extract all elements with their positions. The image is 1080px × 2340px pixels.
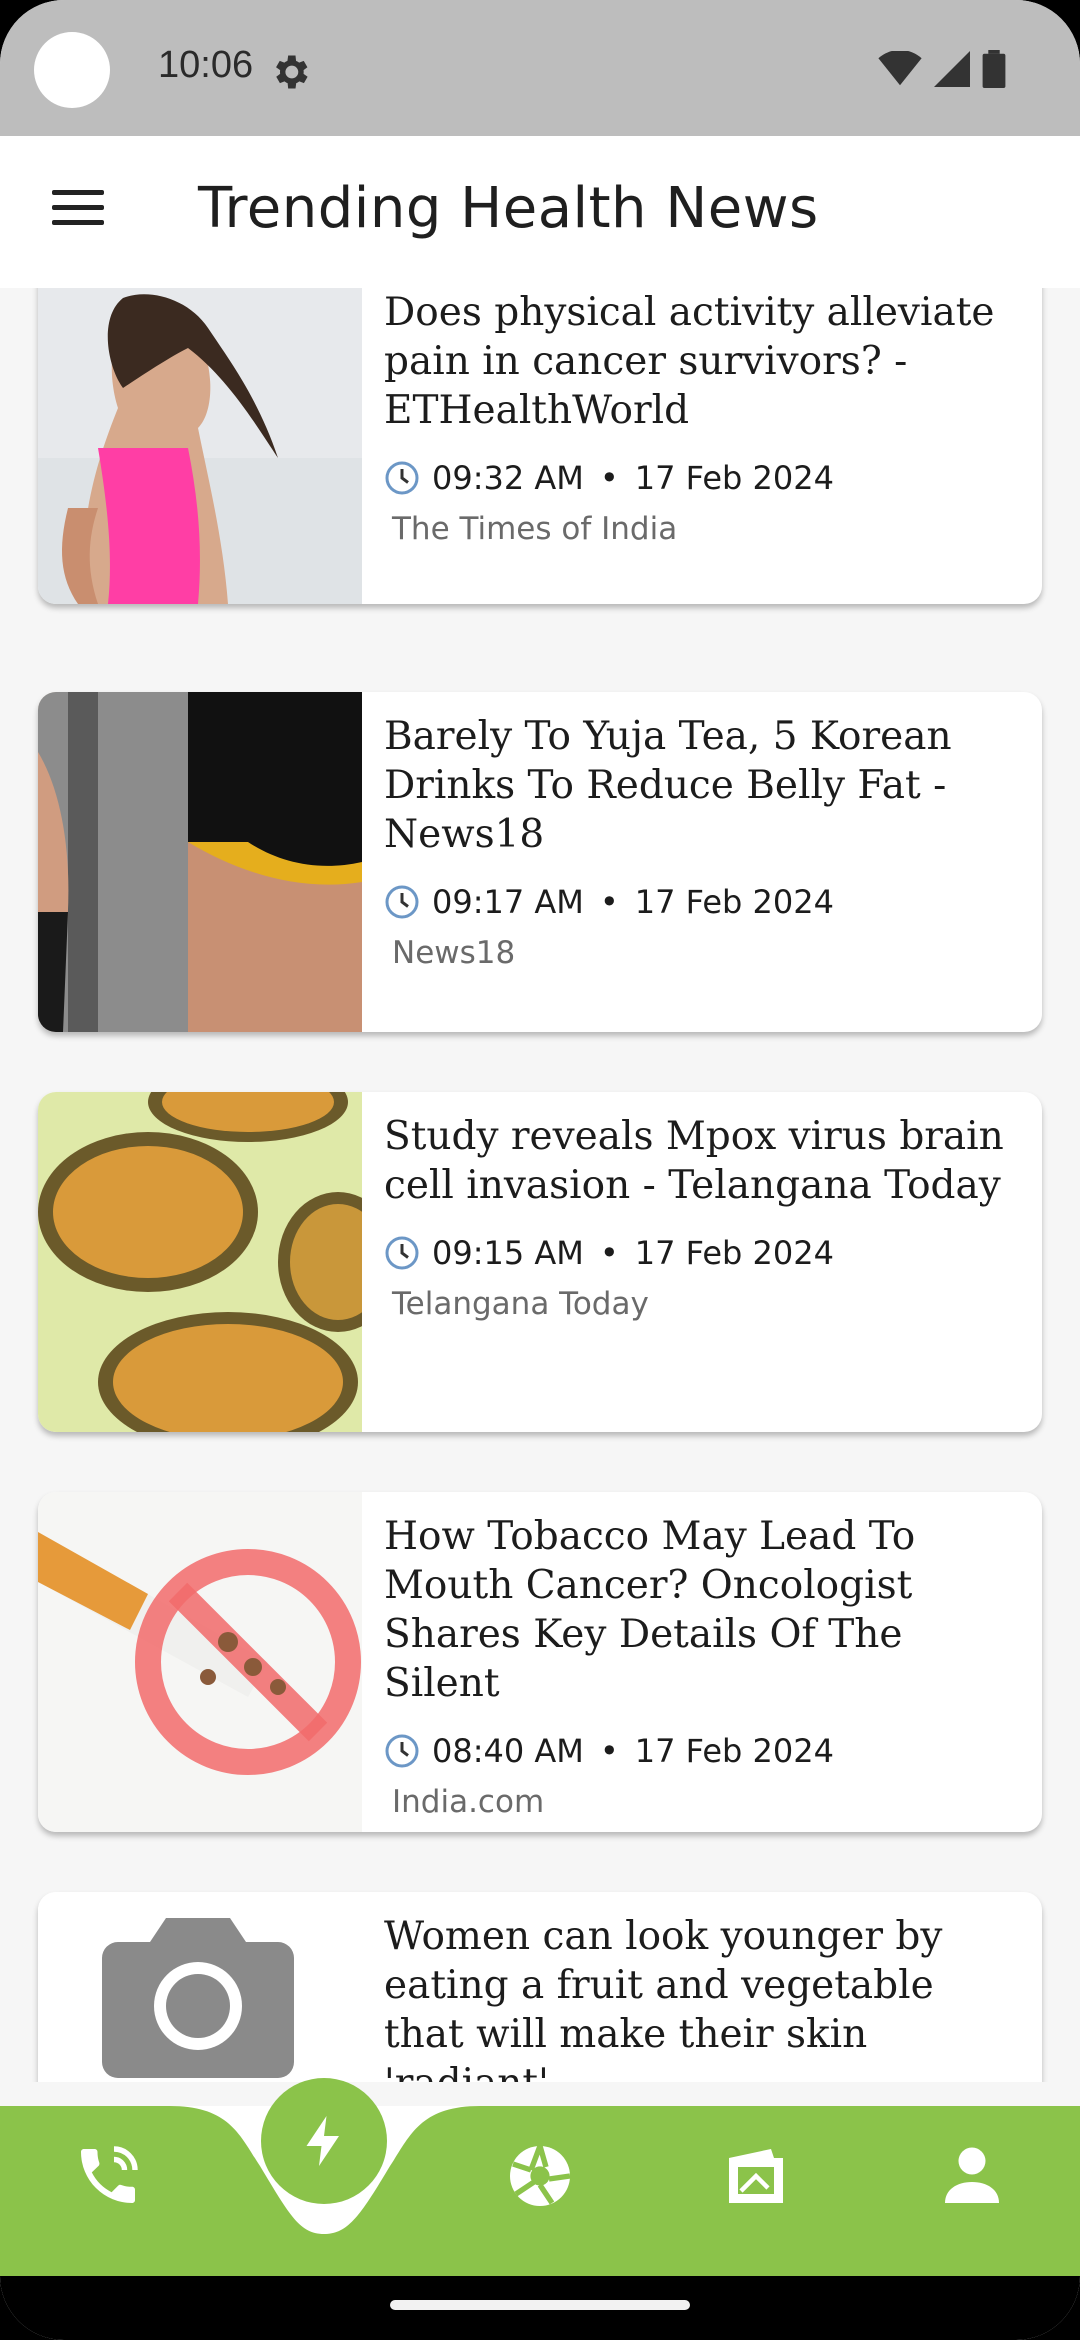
camera-icon bbox=[102, 1918, 294, 2078]
article-thumbnail bbox=[38, 1492, 362, 1832]
card-content: Barely To Yuja Tea, 5 Korean Drinks To R… bbox=[384, 712, 1022, 971]
card-content: Study reveals Mpox virus brain cell inva… bbox=[384, 1112, 1022, 1322]
battery-icon bbox=[982, 50, 1006, 88]
article-headline: Does physical activity alleviate pain in… bbox=[384, 290, 995, 433]
article-date: 17 Feb 2024 bbox=[634, 883, 834, 921]
article-headline: How Tobacco May Lead To Mouth Cancer? On… bbox=[384, 1514, 916, 1706]
news-card[interactable]: Women can look younger by eating a fruit… bbox=[38, 1892, 1042, 2082]
card-content: How Tobacco May Lead To Mouth Cancer? On… bbox=[384, 1512, 1022, 1820]
app-bar: Trending Health News bbox=[0, 136, 1080, 288]
news-card[interactable]: Study reveals Mpox virus brain cell inva… bbox=[38, 1092, 1042, 1432]
camera-cutout bbox=[34, 32, 110, 108]
wifi-icon bbox=[878, 51, 922, 86]
card-content: Women can look younger by eating a fruit… bbox=[384, 1912, 1022, 2082]
article-thumbnail bbox=[38, 288, 362, 604]
cell-signal-icon bbox=[934, 51, 970, 87]
news-card[interactable]: How Tobacco May Lead To Mouth Cancer? On… bbox=[38, 1492, 1042, 1832]
article-time: 09:15 AM bbox=[432, 1234, 584, 1272]
article-meta: 09:15 AM • 17 Feb 2024 bbox=[384, 1234, 1022, 1272]
article-date: 17 Feb 2024 bbox=[634, 1732, 834, 1770]
aperture-icon[interactable] bbox=[504, 2140, 576, 2212]
article-source: India.com bbox=[392, 1784, 545, 1820]
article-headline: Barely To Yuja Tea, 5 Korean Drinks To R… bbox=[384, 714, 952, 857]
home-indicator[interactable] bbox=[390, 2300, 690, 2310]
news-feed[interactable]: Does physical activity alleviate pain in… bbox=[0, 288, 1080, 2082]
lightning-icon bbox=[306, 2116, 339, 2166]
fab-trending-button[interactable] bbox=[261, 2078, 387, 2204]
article-thumbnail bbox=[38, 692, 362, 1032]
status-bar: 10:06 bbox=[0, 0, 1080, 136]
article-date: 17 Feb 2024 bbox=[634, 459, 834, 497]
article-time: 09:32 AM bbox=[432, 459, 584, 497]
meta-separator: • bbox=[599, 459, 619, 497]
meta-separator: • bbox=[599, 1732, 619, 1770]
article-source: Telangana Today bbox=[392, 1286, 649, 1322]
menu-icon[interactable] bbox=[40, 184, 116, 240]
clock-icon bbox=[385, 461, 419, 495]
article-source: The Times of India bbox=[392, 511, 678, 547]
person-icon[interactable] bbox=[936, 2140, 1008, 2212]
article-meta: 09:32 AM • 17 Feb 2024 bbox=[384, 459, 1022, 497]
article-time: 09:17 AM bbox=[432, 883, 584, 921]
clock-icon bbox=[385, 885, 419, 919]
news-card[interactable]: Does physical activity alleviate pain in… bbox=[38, 288, 1042, 604]
phone-screen: 10:06 Trending Health News Does physical… bbox=[0, 0, 1080, 2340]
article-thumbnail bbox=[38, 1092, 362, 1432]
phone-icon[interactable] bbox=[72, 2140, 144, 2212]
settings-gear-icon bbox=[276, 55, 308, 89]
article-thumbnail-placeholder bbox=[38, 1892, 362, 2082]
page-title: Trending Health News bbox=[198, 176, 819, 241]
article-date: 17 Feb 2024 bbox=[634, 1234, 834, 1272]
article-meta: 08:40 AM • 17 Feb 2024 bbox=[384, 1732, 1022, 1770]
clock-icon bbox=[385, 1734, 419, 1768]
clock-icon bbox=[385, 1236, 419, 1270]
article-headline: Women can look younger by eating a fruit… bbox=[384, 1914, 943, 2082]
article-time: 08:40 AM bbox=[432, 1732, 584, 1770]
news-icon[interactable] bbox=[720, 2140, 792, 2212]
article-headline: Study reveals Mpox virus brain cell inva… bbox=[384, 1114, 1004, 1208]
card-content: Does physical activity alleviate pain in… bbox=[384, 288, 1022, 547]
status-time: 10:06 bbox=[158, 44, 254, 86]
news-card[interactable]: Barely To Yuja Tea, 5 Korean Drinks To R… bbox=[38, 692, 1042, 1032]
article-source: News18 bbox=[392, 935, 516, 971]
meta-separator: • bbox=[599, 883, 619, 921]
status-icons bbox=[878, 50, 1006, 88]
article-meta: 09:17 AM • 17 Feb 2024 bbox=[384, 883, 1022, 921]
meta-separator: • bbox=[599, 1234, 619, 1272]
